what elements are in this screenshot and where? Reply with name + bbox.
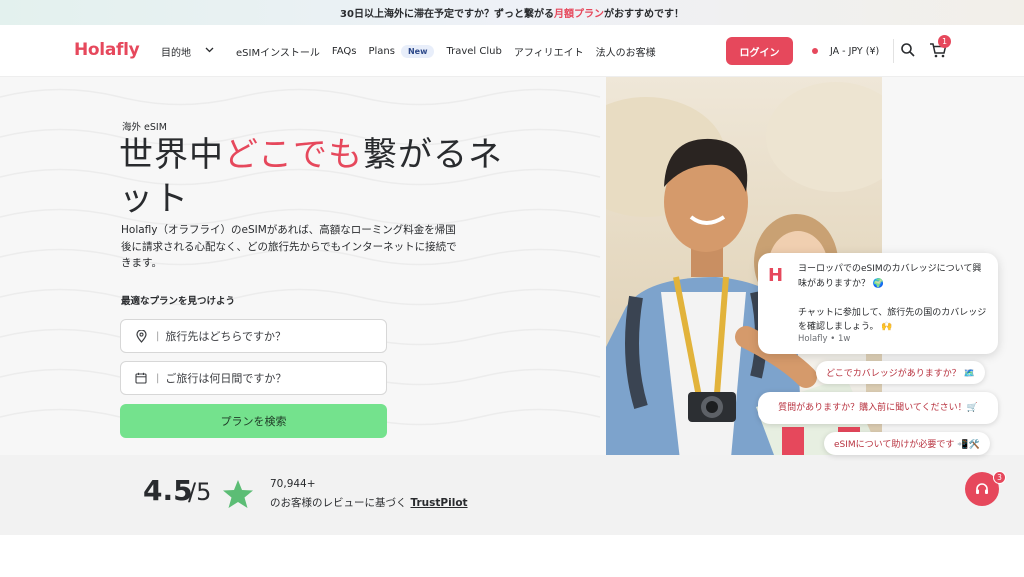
announcement-highlight: 月額プラン [553,9,604,20]
nav-faqs[interactable]: FAQs [332,46,357,57]
hero-description: Holafly（オラフライ）のeSIMがあれば、高額なローミング料金を帰国後に請… [121,224,457,269]
chat-meta: Holafly • 1w [798,334,851,344]
announcement-text: 30日以上海外に滞在予定ですか？ずっと繋がる [340,9,554,20]
location-pin-icon [134,329,148,343]
reviews-count: 70,944+ [270,478,316,490]
input-divider: | [156,330,160,342]
input-divider: | [156,372,160,384]
nav-travel-club[interactable]: Travel Club [446,46,501,57]
reviews-based-on: のお客様のレビューに基づく [270,497,407,509]
chat-message-card[interactable]: H ヨーロッパでのeSIMのカバレッジについて興味がありますか？ 🌍 チャットに… [758,253,998,354]
nav-business[interactable]: 法人のお客様 [596,44,656,59]
header-divider [893,39,894,63]
locale-label: JA - JPY (¥) [830,45,880,57]
nav-destinations[interactable]: 目的地 [161,44,214,59]
nav-esim-install[interactable]: eSIMインストール [236,44,320,59]
chat-chip-coverage[interactable]: どこでカバレッジがありますか？ 🗺️ [816,361,985,384]
holafly-h-icon: H [768,265,784,286]
login-button[interactable]: ログイン [726,37,793,65]
headline-part1: 世界中 [119,135,224,175]
chat-chip-questions[interactable]: 質問がありますか？購入前に聞いてください！🛒 [758,392,998,424]
nav-plans[interactable]: Plans New [368,44,435,58]
days-input[interactable]: | ご旅行は何日間ですか？ [120,361,387,395]
nav-affiliate[interactable]: アフィリエイト [514,44,584,59]
announcement-text-end: がおすすめです！ [603,9,684,20]
trustpilot-link[interactable]: TrustPilot [411,497,468,509]
reviews-text: のお客様のレビューに基づく TrustPilot [270,495,468,510]
calendar-icon [134,371,148,385]
destination-input[interactable]: | 旅行先はどちらですか？ [120,319,387,353]
announcement-bar[interactable]: 30日以上海外に滞在予定ですか？ずっと繋がる 月額プラン がおすすめです！ [0,0,1024,25]
headline-accent: どこでも [224,135,363,175]
chat-unread-badge: 3 [993,471,1006,484]
new-badge: New [400,44,435,58]
star-icon [222,478,254,510]
rating-score: 4.5 [143,474,193,507]
find-plan-label: 最適なプランを見つけよう [121,296,236,307]
destination-placeholder: 旅行先はどちらですか？ [165,330,287,343]
hero-headline: 世界中どこでも繋がるネット [119,133,519,221]
search-plan-button[interactable]: プランを検索 [120,404,387,438]
nav-plans-label: Plans [368,45,395,57]
logo[interactable]: Holafly [74,40,140,60]
japan-flag-icon [812,48,818,54]
chevron-down-icon [205,46,214,56]
site-header: Holafly 目的地 eSIMインストール FAQs Plans New Tr… [0,25,1024,77]
locale-selector[interactable]: JA - JPY (¥) [812,25,879,77]
chat-message-text: ヨーロッパでのeSIMのカバレッジについて興味がありますか？ 🌍 チャットに参加… [798,264,987,332]
headset-icon [976,483,988,494]
cart-count-badge: 1 [938,35,951,48]
chat-chip-help[interactable]: eSIMについて助けが必要です 📲🛠️ [824,432,990,455]
days-placeholder: ご旅行は何日間ですか？ [165,372,287,385]
hero-eyebrow: 海外 eSIM [122,122,167,133]
search-icon[interactable] [900,42,916,58]
nav-destinations-label: 目的地 [161,47,191,59]
rating-out-of: /5 [188,478,212,506]
main-nav: 目的地 eSIMインストール FAQs Plans New Travel Clu… [161,25,668,77]
